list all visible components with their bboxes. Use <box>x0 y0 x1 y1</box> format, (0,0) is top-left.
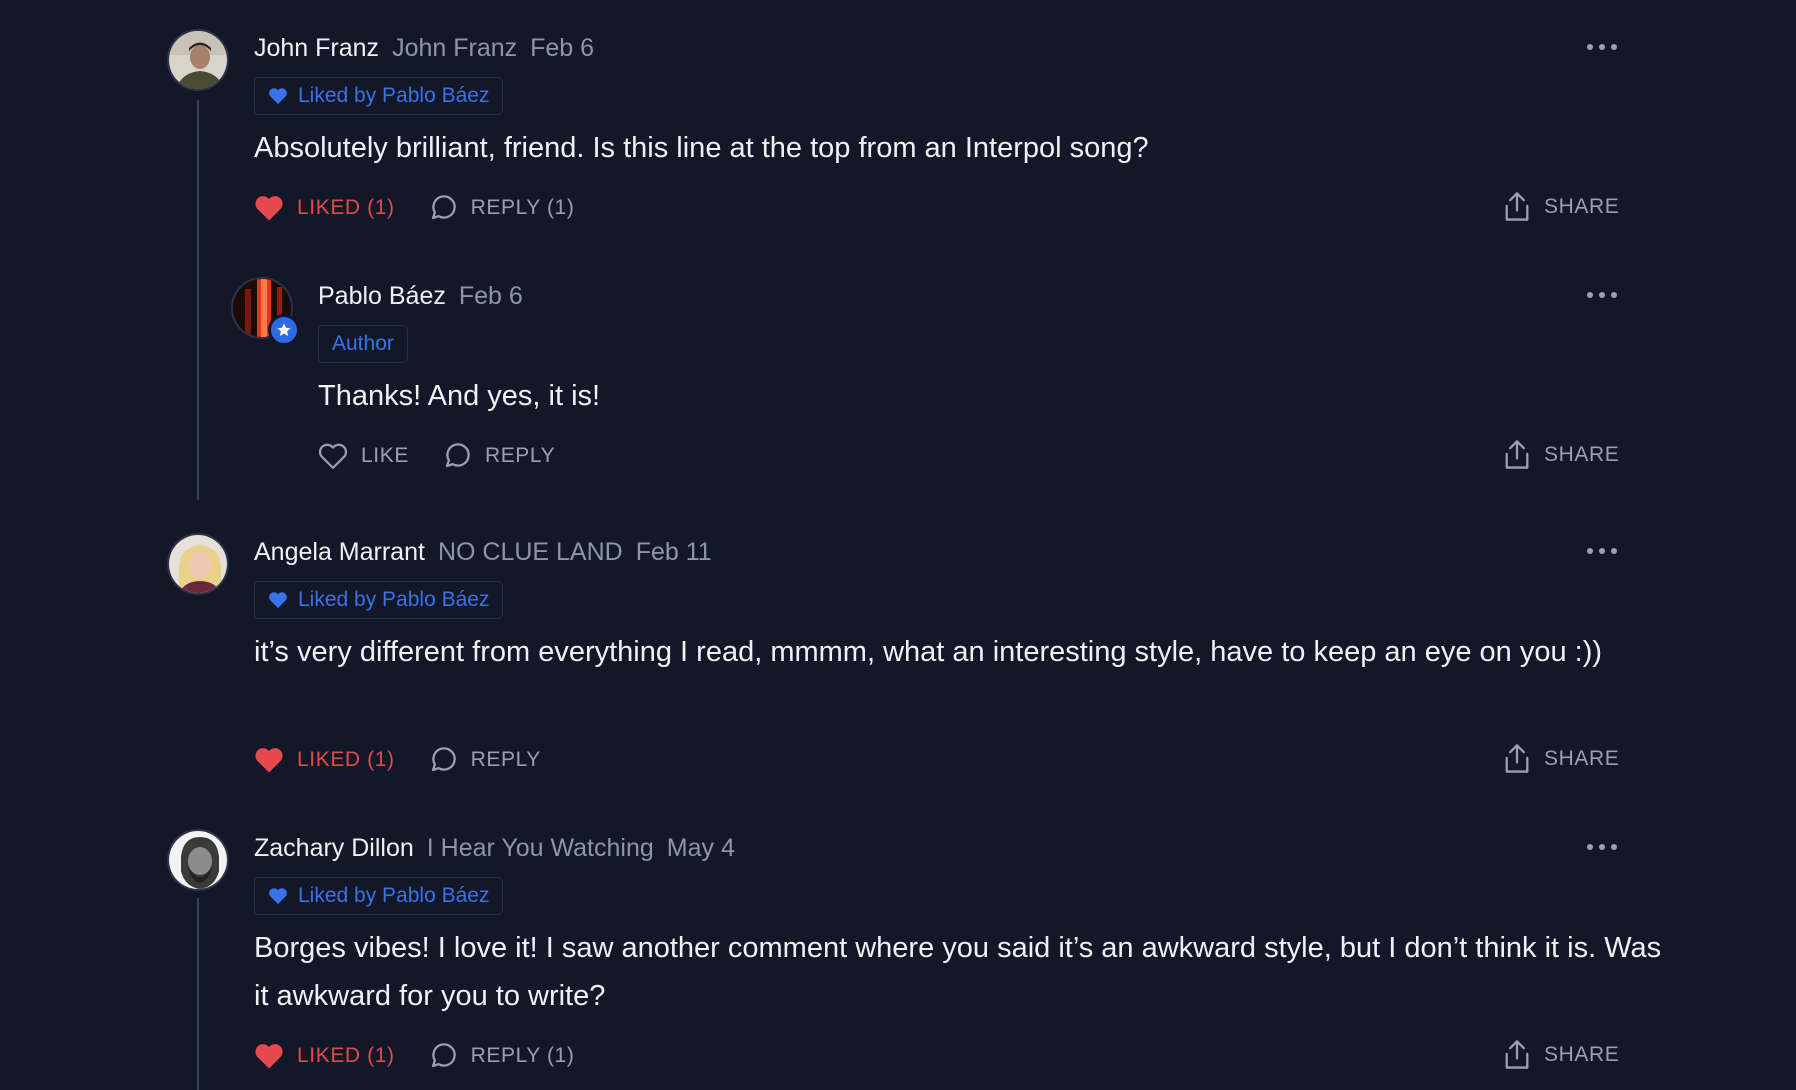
avatar[interactable] <box>167 533 229 595</box>
comment-date[interactable]: May 4 <box>667 834 735 863</box>
comment-text: Absolutely brilliant, friend. Is this li… <box>254 132 1149 164</box>
heart-filled-icon <box>269 88 287 105</box>
publication-name[interactable]: John Franz <box>392 34 517 63</box>
share-upload-icon <box>1505 192 1529 221</box>
reply-label: REPLY <box>470 748 541 771</box>
share-label: SHARE <box>1544 1043 1620 1066</box>
author-star-icon <box>268 314 300 346</box>
publication-name[interactable]: NO CLUE LAND <box>438 538 623 567</box>
more-options-icon[interactable] <box>1587 546 1617 556</box>
like-label: LIKED (1) <box>297 1044 395 1067</box>
commenter-name[interactable]: Pablo Báez <box>318 282 446 311</box>
like-button[interactable]: LIKED (1) <box>254 1042 395 1070</box>
reply-button[interactable]: REPLY (1) <box>428 193 575 223</box>
heart-icon <box>318 443 348 469</box>
liked-by-author-badge: Liked by Pablo Báez <box>254 877 504 915</box>
heart-filled-icon <box>269 592 287 609</box>
share-upload-icon <box>1505 1040 1529 1069</box>
comment-text: it’s very different from everything I re… <box>254 636 1603 668</box>
commenter-name[interactable]: John Franz <box>254 34 379 63</box>
reply-button[interactable]: REPLY <box>428 745 541 775</box>
share-label: SHARE <box>1544 443 1620 466</box>
speech-bubble-icon <box>431 195 456 220</box>
more-options-icon[interactable] <box>1587 842 1617 852</box>
share-upload-icon <box>1505 744 1529 773</box>
share-button[interactable]: SHARE <box>1503 743 1619 775</box>
heart-icon <box>255 196 283 221</box>
badge-label: Liked by Pablo Báez <box>298 884 490 907</box>
author-badge: Author <box>318 325 408 363</box>
liked-by-author-badge: Liked by Pablo Báez <box>254 581 504 619</box>
comment-text: Borges vibes! I love it! I saw another c… <box>254 932 1662 1012</box>
like-label: LIKED (1) <box>297 748 395 771</box>
heart-icon <box>255 748 283 773</box>
like-label: LIKE <box>361 444 409 467</box>
more-options-icon[interactable] <box>1587 290 1617 300</box>
share-button[interactable]: SHARE <box>1503 191 1619 223</box>
share-button[interactable]: SHARE <box>1503 439 1619 471</box>
commenter-name[interactable]: Zachary Dillon <box>254 834 414 863</box>
badge-label: Liked by Pablo Báez <box>298 588 490 611</box>
reply-button[interactable]: REPLY (1) <box>428 1041 575 1071</box>
reply-button[interactable]: REPLY <box>442 441 555 471</box>
share-upload-icon <box>1505 440 1529 469</box>
like-label: LIKED (1) <box>297 196 395 219</box>
comment-date[interactable]: Feb 6 <box>459 282 523 311</box>
reply-label: REPLY (1) <box>470 196 575 219</box>
comment-date[interactable]: Feb 6 <box>530 34 594 63</box>
thread-line <box>197 898 199 1090</box>
heart-icon <box>255 1044 283 1069</box>
speech-bubble-icon <box>431 1043 456 1068</box>
comment-text: Thanks! And yes, it is! <box>318 380 601 412</box>
heart-filled-icon <box>269 888 287 905</box>
like-button[interactable]: LIKE <box>318 442 409 470</box>
liked-by-author-badge: Liked by Pablo Báez <box>254 77 504 115</box>
share-button[interactable]: SHARE <box>1503 1039 1619 1071</box>
commenter-name[interactable]: Angela Marrant <box>254 538 425 567</box>
share-label: SHARE <box>1544 747 1620 770</box>
reply-label: REPLY (1) <box>470 1044 575 1067</box>
share-label: SHARE <box>1544 195 1620 218</box>
avatar[interactable] <box>167 829 229 891</box>
reply-label: REPLY <box>484 444 556 467</box>
speech-bubble-icon <box>431 747 456 772</box>
comment-date[interactable]: Feb 11 <box>636 538 712 567</box>
badge-label: Author <box>332 332 394 355</box>
like-button[interactable]: LIKED (1) <box>254 194 395 222</box>
like-button[interactable]: LIKED (1) <box>254 746 395 774</box>
more-options-icon[interactable] <box>1587 42 1617 52</box>
avatar[interactable] <box>167 29 229 91</box>
badge-label: Liked by Pablo Báez <box>298 84 490 107</box>
thread-line <box>197 100 199 500</box>
speech-bubble-icon <box>445 443 470 468</box>
publication-name[interactable]: I Hear You Watching <box>427 834 654 863</box>
